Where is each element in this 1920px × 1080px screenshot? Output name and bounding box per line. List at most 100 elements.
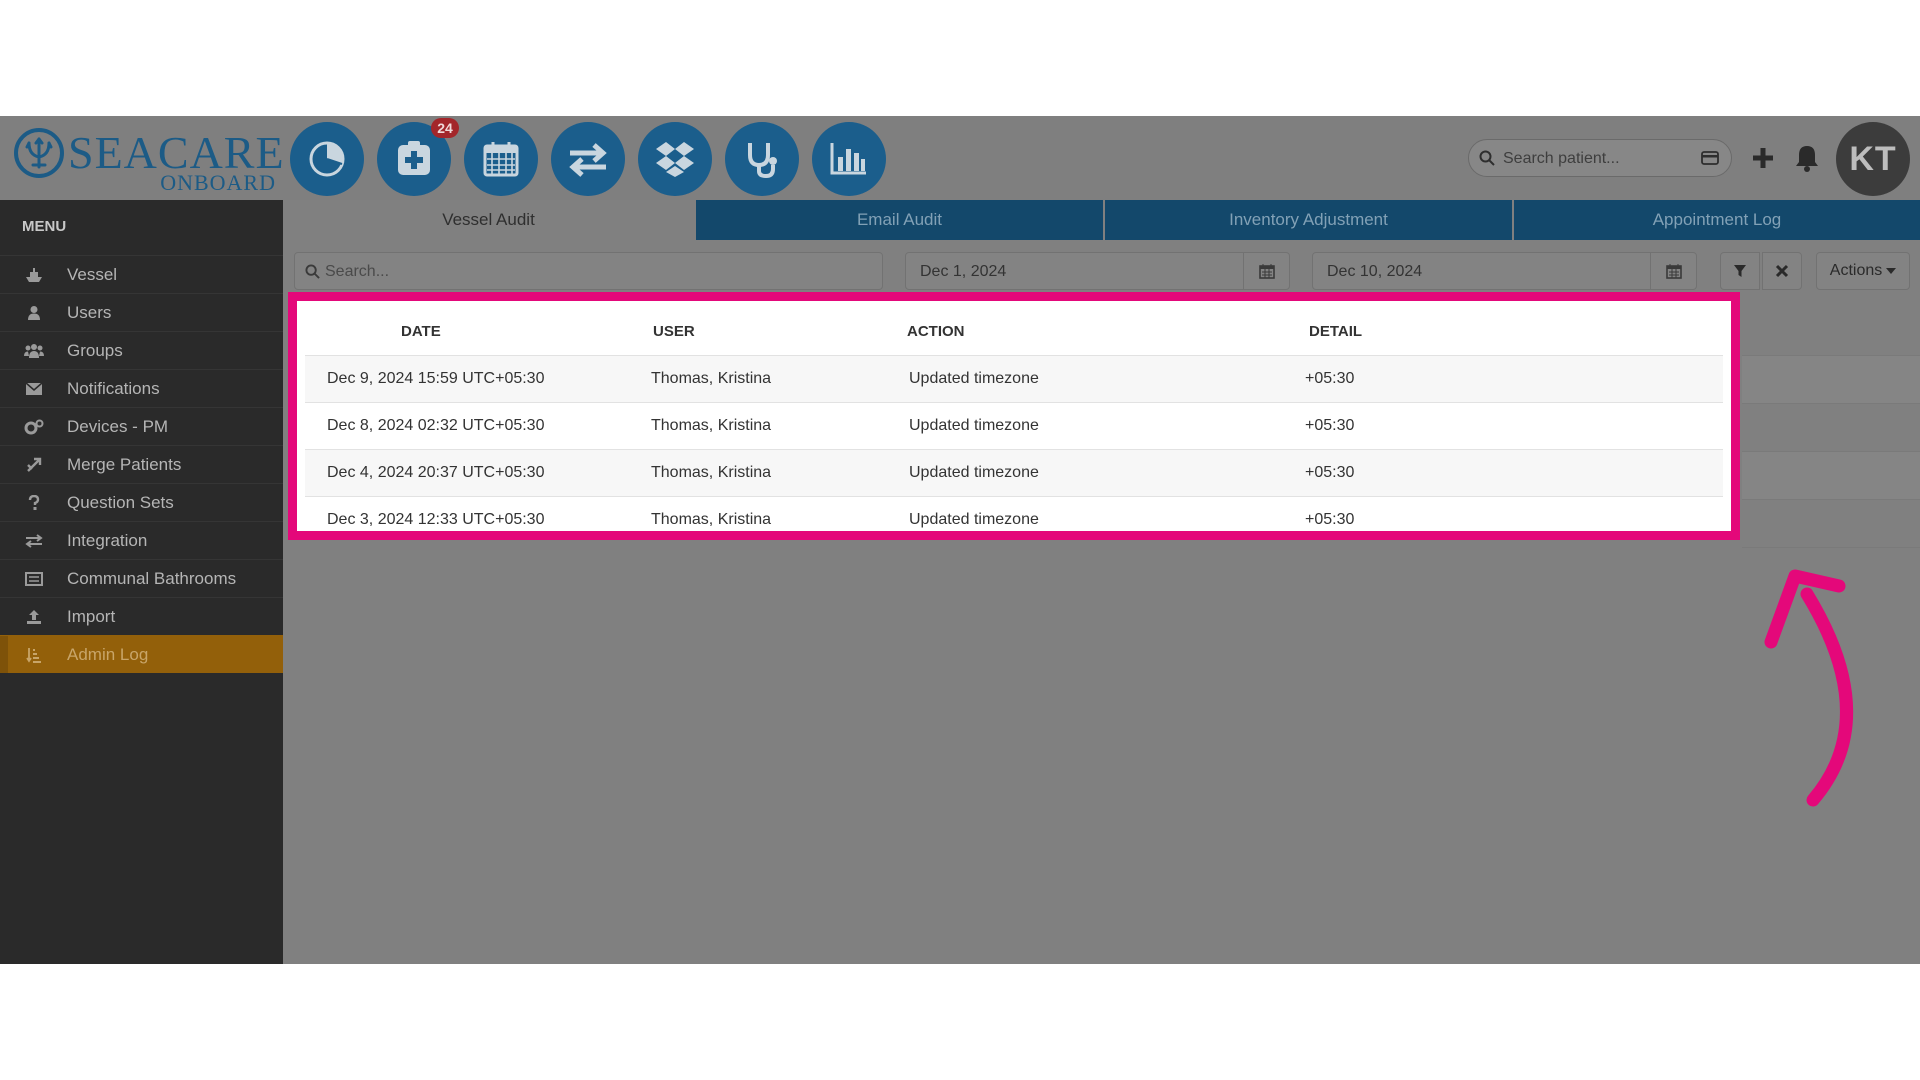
tab-vessel-audit[interactable]: Vessel Audit — [283, 200, 694, 240]
sidebar-item-communal-bathrooms[interactable]: Communal Bathrooms — [0, 559, 283, 597]
date-to-input[interactable] — [1327, 259, 1607, 285]
highlight-frame: DATE USER ACTION DETAIL Dec 9, 2024 15:5… — [288, 292, 1740, 543]
envelope-icon — [24, 381, 44, 397]
funnel-icon — [1734, 265, 1746, 277]
notification-count-badge: 24 — [431, 118, 459, 138]
sidebar-item-import[interactable]: Import — [0, 597, 283, 635]
group-icon — [24, 343, 44, 359]
sidebar-item-integration[interactable]: Integration — [0, 521, 283, 559]
sidebar-item-question-sets[interactable]: Question Sets — [0, 483, 283, 521]
user-icon — [24, 305, 44, 321]
merge-arrows-icon — [24, 457, 44, 473]
close-icon — [1775, 264, 1789, 278]
ship-icon — [24, 267, 44, 283]
date-from-input[interactable] — [920, 259, 1200, 285]
cell-date: Dec 4, 2024 20:37 UTC+05:30 — [305, 448, 635, 496]
sidebar-item-label: Question Sets — [67, 493, 174, 512]
add-button[interactable] — [1748, 140, 1778, 176]
stethoscope-icon — [748, 143, 777, 179]
transfer-arrows-icon — [569, 143, 607, 177]
cell-action: Updated timezone — [903, 448, 1303, 496]
menu-title: MENU — [22, 218, 67, 235]
sidebar-item-notifications[interactable]: Notifications — [0, 369, 283, 407]
user-avatar[interactable]: KT — [1836, 122, 1910, 196]
actions-dropdown[interactable]: Actions — [1816, 252, 1910, 290]
notifications-button[interactable] — [1792, 140, 1822, 176]
sidebar-item-groups[interactable]: Groups — [0, 331, 283, 369]
cell-detail: +05:30 — [1303, 495, 1723, 543]
calendar-button[interactable] — [464, 122, 538, 196]
cell-date: Dec 3, 2024 12:33 UTC+05:30 — [305, 495, 635, 543]
medical-plus-icon — [398, 141, 430, 175]
table-row[interactable]: Dec 4, 2024 20:37 UTC+05:30 Thomas, Kris… — [305, 448, 1723, 496]
cell-detail: +05:30 — [1303, 354, 1723, 402]
table-row-shadow — [1742, 356, 1920, 404]
tab-email-audit[interactable]: Email Audit — [694, 200, 1103, 240]
sidebar-item-label: Admin Log — [67, 645, 149, 664]
date-from-calendar-button[interactable] — [1243, 253, 1289, 289]
sidebar-item-users[interactable]: Users — [0, 293, 283, 331]
sidebar-item-label: Users — [67, 303, 112, 322]
cell-user: Thomas, Kristina — [635, 448, 903, 496]
table-row[interactable]: Dec 3, 2024 12:33 UTC+05:30 Thomas, Kris… — [305, 495, 1723, 543]
date-to-calendar-button[interactable] — [1650, 253, 1696, 289]
seacare-logo[interactable]: SEACARE ONBOARD — [14, 122, 284, 195]
list-card-icon — [24, 571, 44, 587]
column-header-date[interactable]: DATE — [305, 309, 635, 355]
cell-action: Updated timezone — [903, 495, 1303, 543]
plus-icon — [1753, 148, 1773, 168]
clear-filter-button[interactable] — [1762, 252, 1802, 290]
sidebar-item-devices-pm[interactable]: Devices - PM — [0, 407, 283, 445]
question-icon — [24, 495, 44, 511]
cell-detail: +05:30 — [1303, 401, 1723, 449]
calendar-icon — [483, 142, 519, 177]
table-row[interactable]: Dec 9, 2024 15:59 UTC+05:30 Thomas, Kris… — [305, 354, 1723, 402]
tab-inventory-adjustment[interactable]: Inventory Adjustment — [1103, 200, 1512, 240]
sidebar-item-label: Vessel — [67, 265, 118, 284]
actions-label: Actions — [1829, 262, 1883, 279]
cell-user: Thomas, Kristina — [635, 495, 903, 543]
cell-date: Dec 8, 2024 02:32 UTC+05:30 — [305, 401, 635, 449]
dropbox-button[interactable] — [638, 122, 712, 196]
reports-button[interactable] — [812, 122, 886, 196]
dashboard-pie-icon — [309, 141, 345, 177]
audit-tabs: Vessel Audit Email Audit Inventory Adjus… — [283, 200, 1920, 240]
medical-exam-button[interactable] — [725, 122, 799, 196]
cell-action: Updated timezone — [903, 401, 1303, 449]
column-header-user[interactable]: USER — [635, 309, 903, 355]
sidebar-item-vessel[interactable]: Vessel — [0, 255, 283, 293]
table-row-shadow — [1742, 452, 1920, 500]
cell-user: Thomas, Kristina — [635, 354, 903, 402]
column-header-action[interactable]: ACTION — [903, 309, 1303, 355]
id-card-icon[interactable] — [1701, 151, 1719, 165]
log-search-input[interactable] — [325, 259, 865, 285]
table-row-shadow — [1742, 404, 1920, 452]
screenshot-canvas: SEACARE ONBOARD 24 Search patient... KT … — [0, 0, 1920, 1080]
app-window: SEACARE ONBOARD 24 Search patient... KT … — [0, 116, 1920, 964]
table-header-row: DATE USER ACTION DETAIL — [305, 309, 1723, 355]
upload-icon — [24, 609, 44, 625]
column-header-detail[interactable]: DETAIL — [1303, 309, 1723, 355]
sidebar-item-label: Import — [67, 607, 116, 626]
brand-subtitle: ONBOARD — [160, 170, 276, 195]
sidebar-item-label: Notifications — [67, 379, 160, 398]
transfer-button[interactable] — [551, 122, 625, 196]
sidebar-item-label: Integration — [67, 531, 148, 550]
sidebar-item-admin-log[interactable]: Admin Log — [0, 635, 283, 673]
annotation-arrow-icon — [1764, 569, 1853, 807]
dashboard-button[interactable] — [290, 122, 364, 196]
cell-user: Thomas, Kristina — [635, 401, 903, 449]
dimmed-table-background — [1742, 308, 1920, 548]
log-search — [294, 252, 883, 290]
admin-log-table: DATE USER ACTION DETAIL Dec 9, 2024 15:5… — [305, 309, 1723, 543]
table-row[interactable]: Dec 8, 2024 02:32 UTC+05:30 Thomas, Kris… — [305, 401, 1723, 449]
patient-search-input[interactable] — [1503, 146, 1693, 172]
sidebar: MENU Vessel Users Groups Notifications D… — [0, 200, 283, 964]
tab-appointment-log[interactable]: Appointment Log — [1512, 200, 1920, 240]
menu-list: Vessel Users Groups Notifications Device… — [0, 255, 283, 673]
exchange-icon — [24, 533, 44, 549]
filter-button[interactable] — [1720, 252, 1760, 290]
cell-date: Dec 9, 2024 15:59 UTC+05:30 — [305, 354, 635, 402]
sidebar-item-merge-patients[interactable]: Merge Patients — [0, 445, 283, 483]
new-encounter-button[interactable]: 24 — [377, 118, 459, 196]
